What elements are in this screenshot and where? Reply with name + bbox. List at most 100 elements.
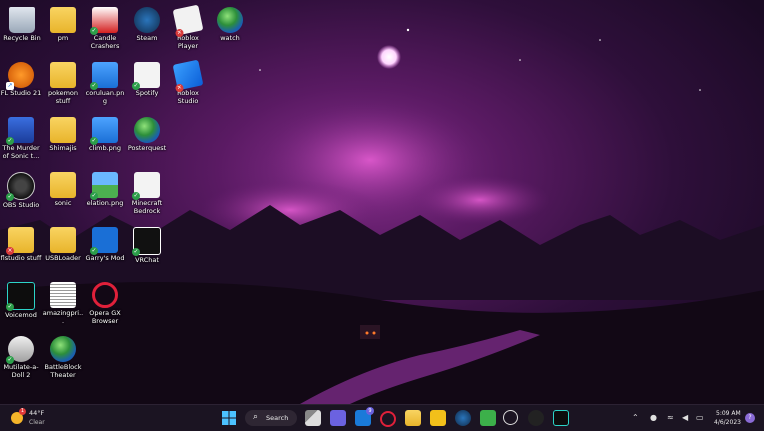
ragdoll-icon: ✓ [6, 336, 34, 364]
microphone-icon[interactable]: ● [650, 414, 657, 422]
desktop-icon-candle-crashers[interactable]: ✓ Candle Crashers [84, 4, 126, 58]
clock-date[interactable]: 4/6/2023 [714, 419, 741, 426]
weather-widget[interactable]: 1 44°F Clear [8, 408, 68, 428]
volume-icon[interactable]: ◀ [682, 414, 688, 422]
desktop-icon-label: Voicemod [5, 311, 37, 319]
desktop-icon-climb[interactable]: ✓ climb.png [84, 114, 126, 168]
desktop-icon-opera-gx[interactable]: Opera GX Browser [84, 279, 126, 333]
desktop-icon-fl-studio[interactable]: ↗ FL Studio 21 [0, 59, 42, 113]
desktop-icon-battleblock-theater[interactable]: BattleBlock Theater [42, 333, 84, 387]
star [406, 28, 410, 32]
search-label: Search [266, 414, 289, 422]
notification-badge[interactable]: ? [745, 413, 755, 423]
cabin [360, 325, 380, 339]
desktop-icon-label: coruluan.png [85, 89, 125, 105]
desktop-icon-sonic[interactable]: sonic [42, 169, 84, 223]
star [599, 39, 601, 41]
desktop-icon-label: Spotify [135, 89, 159, 97]
task-view-icon[interactable] [305, 410, 321, 426]
search-icon: ⌕ [253, 412, 259, 422]
mail-icon[interactable]: 9 [355, 407, 374, 426]
document-icon [50, 282, 76, 308]
desktop-icon-label: Roblox Player [177, 34, 199, 50]
start-button[interactable] [221, 410, 237, 426]
garrys-mod-icon: ✓ [90, 227, 118, 255]
desktop-icon-amazingpri[interactable]: amazingpri... [42, 279, 84, 333]
desktop-icon-coruluan[interactable]: ✓ coruluan.png [84, 59, 126, 113]
file-icon: ✓ [132, 62, 160, 90]
desktop-icon-flstudio-stuff[interactable]: × flstudio stuff [0, 224, 42, 278]
desktop-icon-murder-of-sonic[interactable]: ✓ The Murder of Sonic t... [0, 114, 42, 168]
desktop-icon-label: BattleBlock Theater [44, 363, 82, 379]
sync-check-icon: ✓ [6, 137, 14, 145]
desktop-icon-label: FL Studio 21 [0, 89, 42, 97]
desktop-icon-minecraft-bedrock[interactable]: ✓ Minecraft Bedrock [126, 169, 168, 223]
desktop-icon-label: OBS Studio [2, 201, 40, 209]
folder-icon [50, 7, 76, 33]
voicemod-icon[interactable] [553, 410, 569, 426]
recycle-bin-icon [9, 7, 35, 33]
desktop-icon-roblox-player[interactable]: × Roblox Player [167, 4, 209, 58]
steam-icon[interactable] [455, 410, 471, 426]
desktop-icon-label: Steam [136, 34, 158, 42]
desktop-icon-label: Roblox Studio [177, 89, 199, 105]
image-file-icon: ✓ [90, 62, 118, 90]
calendar-icon[interactable] [430, 410, 446, 426]
desktop-icon-mutilate-a-doll[interactable]: ✓ Mutilate-a-Doll 2 [0, 333, 42, 387]
media-player-icon[interactable] [503, 410, 518, 425]
chat-icon[interactable] [330, 410, 346, 426]
desktop-icon-pm[interactable]: pm [42, 4, 84, 58]
file-explorer-icon[interactable] [405, 410, 421, 426]
folder-icon [50, 227, 76, 253]
opera-gx-icon[interactable] [380, 411, 396, 427]
desktop-icon-watch[interactable]: watch [209, 4, 251, 58]
desktop-icon-label: Opera GX Browser [89, 309, 121, 325]
desktop-icon-label: The Murder of Sonic t... [2, 144, 40, 160]
desktop-icon-posterquest[interactable]: Posterquest [126, 114, 168, 168]
mail-badge: 9 [366, 407, 374, 415]
desktop-icon-label: Mutilate-a-Doll 2 [3, 363, 39, 379]
roblox-icon: × [172, 4, 204, 38]
desktop-icon-obs-studio[interactable]: ✓ OBS Studio [0, 169, 42, 223]
desktop-icon-elation[interactable]: ✓ elation.png [84, 169, 126, 223]
chevron-up-icon[interactable]: ⌃ [632, 414, 639, 422]
desktop-icon-roblox-studio[interactable]: × Roblox Studio [167, 59, 209, 113]
desktop-icon-usbloader[interactable]: USBLoader [42, 224, 84, 278]
folder-icon [50, 117, 76, 143]
sync-check-icon: ✓ [6, 193, 14, 201]
obs-icon: ✓ [6, 172, 35, 201]
sync-check-icon: ✓ [6, 303, 14, 311]
desktop-icon-steam[interactable]: Steam [126, 4, 168, 58]
weather-alert-badge: 1 [19, 408, 26, 415]
moon [377, 45, 401, 69]
taskbar: 1 44°F Clear ⌕ Search 9 ⌃ ● ≈ ◀ ▭ 5:09 A… [0, 404, 764, 431]
image-file-icon: ✓ [90, 117, 118, 145]
desktop-icon-vrchat[interactable]: ✓ VRChat [126, 224, 168, 278]
sync-check-icon: ✓ [90, 27, 98, 35]
wifi-icon[interactable]: ≈ [667, 414, 674, 422]
obs-icon[interactable] [528, 410, 544, 426]
gamepad-icon[interactable] [480, 410, 496, 426]
desktop-icon-label: Shimajis [49, 144, 77, 152]
battery-icon[interactable]: ▭ [696, 414, 704, 422]
desktop-icon-label: sonic [54, 199, 72, 207]
desktop-icon-label: elation.png [86, 199, 124, 207]
desktop-icon-voicemod[interactable]: ✓ Voicemod [0, 279, 42, 333]
image-file-icon: ✓ [90, 172, 118, 200]
sync-check-icon: ✓ [6, 356, 14, 364]
desktop-icon-label: Minecraft Bedrock [131, 199, 163, 215]
desktop-icon-pokemon-stuff[interactable]: pokemon stuff [42, 59, 84, 113]
sync-error-icon: × [6, 247, 14, 255]
clock-time[interactable]: 5:09 AM [716, 410, 741, 417]
desktop-icon-recycle-bin[interactable]: Recycle Bin [1, 4, 43, 58]
desktop-icon-garrys-mod[interactable]: ✓ Garry's Mod [84, 224, 126, 278]
desktop[interactable]: Recycle Bin ↗ FL Studio 21 ✓ The Murder … [0, 0, 764, 404]
sync-check-icon: ✓ [90, 137, 98, 145]
sync-check-icon: ✓ [132, 192, 140, 200]
sync-check-icon: ✓ [90, 192, 98, 200]
windows-logo-icon [222, 411, 236, 425]
search-box[interactable]: ⌕ Search [245, 410, 297, 426]
desktop-icon-spotify[interactable]: ✓ Spotify [126, 59, 168, 113]
desktop-icon-label: Garry's Mod [85, 254, 125, 262]
desktop-icon-shimajis[interactable]: Shimajis [42, 114, 84, 168]
